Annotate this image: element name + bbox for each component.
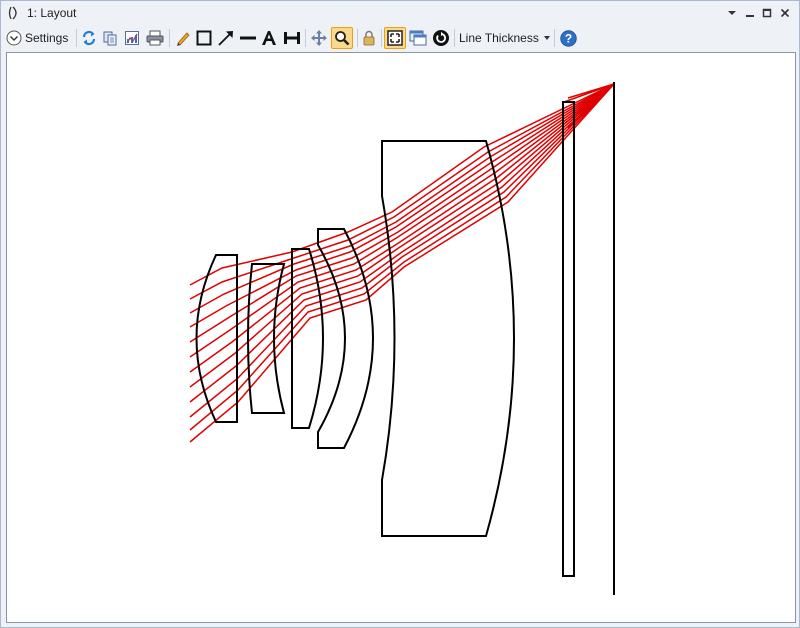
lens-elements bbox=[195, 82, 615, 595]
pencil-button[interactable] bbox=[174, 27, 192, 49]
lock-button[interactable] bbox=[360, 27, 378, 49]
minimize-button[interactable] bbox=[741, 4, 758, 21]
window-button[interactable] bbox=[408, 27, 428, 49]
zoom-button[interactable] bbox=[331, 27, 353, 49]
dropdown-icon bbox=[543, 36, 550, 40]
window-menu-button[interactable] bbox=[723, 4, 740, 21]
reset-button[interactable] bbox=[431, 27, 451, 49]
copy-icon bbox=[102, 30, 118, 46]
close-button[interactable] bbox=[776, 4, 793, 21]
settings-chevron-icon bbox=[6, 30, 22, 46]
help-button[interactable]: ? bbox=[558, 27, 578, 49]
svg-text:?: ? bbox=[564, 31, 571, 45]
copy-button[interactable] bbox=[101, 27, 119, 49]
lens-element-4 bbox=[317, 228, 374, 449]
rectangle-button[interactable] bbox=[195, 27, 213, 49]
ray bbox=[189, 83, 615, 418]
fit-button[interactable] bbox=[384, 27, 406, 49]
ray bbox=[189, 83, 615, 300]
export-button[interactable] bbox=[123, 27, 141, 49]
toolbar: Settings Line Thickness ? bbox=[1, 25, 799, 51]
toolbar-separator bbox=[357, 29, 358, 47]
dimension-icon bbox=[283, 30, 301, 46]
line-icon bbox=[240, 30, 256, 46]
layout-window: 1: Layout Settings Line Thickness ? bbox=[0, 0, 800, 628]
toolbar-separator bbox=[454, 29, 455, 47]
reset-icon bbox=[432, 29, 450, 47]
arrow-icon bbox=[217, 29, 235, 47]
text-button[interactable] bbox=[260, 27, 278, 49]
layout-canvas[interactable] bbox=[6, 52, 796, 623]
fit-icon bbox=[387, 30, 403, 46]
pencil-icon bbox=[175, 30, 191, 46]
settings-button[interactable]: Settings bbox=[6, 27, 68, 49]
arrow-button[interactable] bbox=[216, 27, 236, 49]
lens-element-2 bbox=[247, 263, 286, 414]
ray bbox=[189, 83, 615, 388]
line-thickness-label: Line Thickness bbox=[459, 31, 539, 45]
zoom-icon bbox=[334, 30, 350, 46]
toolbar-separator bbox=[381, 29, 382, 47]
line-thickness-dropdown[interactable]: Line Thickness bbox=[459, 27, 550, 49]
print-button[interactable] bbox=[145, 27, 165, 49]
refresh-button[interactable] bbox=[80, 27, 98, 49]
ray bbox=[189, 83, 615, 286]
lens-element-5 bbox=[381, 140, 515, 537]
toolbar-separator bbox=[169, 29, 170, 47]
ray bbox=[189, 83, 615, 343]
window-icon bbox=[409, 30, 427, 46]
window-title: 1: Layout bbox=[27, 6, 77, 20]
lock-icon bbox=[361, 30, 377, 46]
rectangle-icon bbox=[196, 30, 212, 46]
refresh-icon bbox=[81, 30, 97, 46]
help-icon: ? bbox=[559, 29, 577, 47]
title-bar: 1: Layout bbox=[1, 1, 799, 25]
print-icon bbox=[146, 30, 164, 46]
lens-layout-drawing bbox=[189, 82, 615, 595]
text-icon bbox=[261, 30, 277, 46]
line-button[interactable] bbox=[239, 27, 257, 49]
pan-icon bbox=[310, 29, 328, 47]
toolbar-separator bbox=[554, 29, 555, 47]
toolbar-separator bbox=[76, 29, 77, 47]
settings-label: Settings bbox=[25, 31, 69, 45]
maximize-button[interactable] bbox=[758, 4, 775, 21]
dimension-button[interactable] bbox=[282, 27, 302, 49]
toolbar-separator bbox=[305, 29, 306, 47]
window-plate bbox=[562, 101, 575, 577]
export-icon bbox=[124, 30, 140, 46]
lens-window-icon bbox=[7, 5, 23, 21]
pan-button[interactable] bbox=[309, 27, 329, 49]
